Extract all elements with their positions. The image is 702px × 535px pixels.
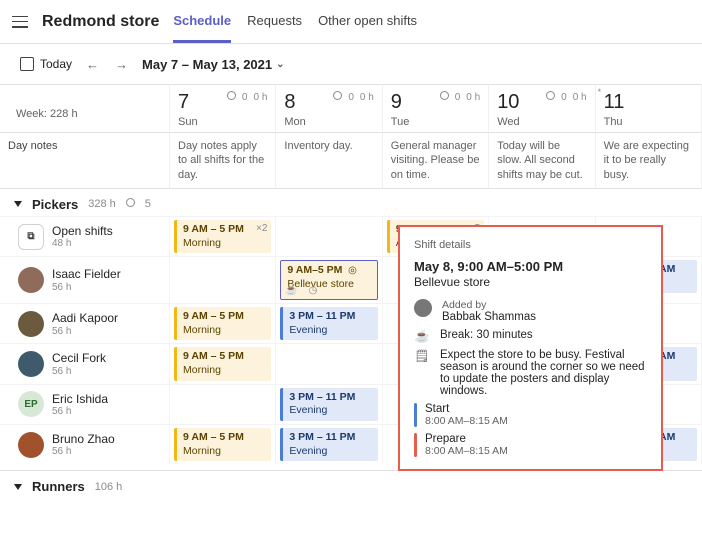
day-note[interactable]: Today will be slow. All second shifts ma… (489, 133, 595, 189)
avatar[interactable]: EP (18, 391, 44, 417)
group-name: Pickers (32, 197, 78, 212)
store-title: Redmond store (42, 13, 159, 31)
day-note[interactable]: We are expecting it to be really busy. (596, 133, 702, 189)
people-icon (126, 198, 135, 210)
person-name: Cecil Fork (52, 351, 106, 365)
shift-card[interactable]: 3 PM – 11 PMEvening (280, 307, 377, 340)
collapse-icon (14, 484, 22, 490)
today-button[interactable]: Today (20, 57, 72, 71)
day-note[interactable]: General manager visiting. Please be on t… (383, 133, 489, 189)
activity-color-bar (414, 403, 417, 427)
chevron-down-icon: ⌄ (276, 59, 284, 70)
day-header[interactable]: 00 h 8Mon (276, 84, 382, 133)
day-header[interactable]: * 11Thu (596, 84, 702, 133)
shift-card[interactable]: 9 AM – 5 PMMorning (174, 428, 271, 461)
star-icon: * (598, 87, 602, 97)
date-range-label: May 7 – May 13, 2021 (142, 57, 272, 72)
details-heading: Shift details (414, 239, 647, 251)
menu-icon[interactable] (12, 16, 28, 28)
tab-requests[interactable]: Requests (247, 1, 302, 43)
person-name: Isaac Fielder (52, 267, 121, 281)
day-header-row: Week: 228 h 00 h 7Sun 00 h 8Mon 00 h 9Tu… (0, 84, 702, 133)
person-name: Bruno Zhao (52, 432, 115, 446)
activity-row: Start8:00 AM–8:15 AM (414, 403, 647, 427)
shift-details-panel: Shift details May 8, 9:00 AM–5:00 PM Bel… (398, 225, 663, 471)
shift-card[interactable]: 3 PM – 11 PMEvening (280, 388, 377, 421)
shift-card[interactable]: 9 AM – 5 PMMorning (174, 347, 271, 380)
group-hours: 328 h (88, 198, 116, 210)
tab-schedule[interactable]: Schedule (173, 1, 231, 43)
tab-open-shifts[interactable]: Other open shifts (318, 1, 417, 43)
group-hours: 106 h (95, 481, 123, 493)
next-arrow-icon[interactable]: → (113, 57, 130, 72)
avatar[interactable] (18, 351, 44, 377)
person-name: Aadi Kapoor (52, 311, 118, 325)
group-count: 5 (145, 198, 151, 210)
date-range-picker[interactable]: May 7 – May 13, 2021 ⌄ (142, 57, 284, 72)
shift-note: Expect the store to be busy. Festival se… (440, 349, 647, 397)
week-hours-label: Week: 228 h (8, 100, 86, 128)
activity-row: Prepare8:00 AM–8:15 AM (414, 433, 647, 457)
people-icon (440, 91, 449, 103)
open-shifts-icon: ⧉ (18, 224, 44, 250)
day-note[interactable]: Inventory day. (276, 133, 382, 189)
day-notes-row: Day notes Day notes apply to all shifts … (0, 133, 702, 189)
cup-icon: ☕ (414, 329, 430, 343)
shift-badges: ☕ ◷ (285, 284, 321, 297)
group-pickers-header[interactable]: Pickers 328 h 5 (0, 189, 702, 216)
day-header[interactable]: 00 h 7Sun (170, 84, 276, 133)
today-label: Today (40, 57, 72, 71)
avatar[interactable] (18, 432, 44, 458)
day-notes-label: Day notes (0, 133, 170, 189)
people-icon (546, 91, 555, 103)
shift-card[interactable]: 3 PM – 11 PMEvening (280, 428, 377, 461)
shift-card-selected[interactable]: ◎9 AM–5 PMBellevue store☕ ◷ (280, 260, 377, 300)
avatar[interactable] (18, 267, 44, 293)
collapse-icon (14, 201, 22, 207)
day-header[interactable]: 00 h 9Tue (383, 84, 489, 133)
prev-arrow-icon[interactable]: ← (84, 57, 101, 72)
added-by-name: Babbak Shammas (442, 311, 536, 323)
person-name: Eric Ishida (52, 392, 108, 406)
shift-card[interactable]: 9 AM – 5 PMMorning (174, 307, 271, 340)
activity-color-bar (414, 433, 417, 457)
calendar-icon (20, 57, 34, 71)
people-icon (333, 91, 342, 103)
day-header[interactable]: 00 h 10Wed (489, 84, 595, 133)
people-icon (227, 91, 236, 103)
open-shifts-label: Open shifts (52, 224, 113, 238)
shift-card[interactable]: ×29 AM – 5 PMMorning (174, 220, 271, 253)
avatar[interactable] (18, 311, 44, 337)
details-title: May 8, 9:00 AM–5:00 PM (414, 259, 647, 274)
note-icon: 🗒 (414, 349, 430, 363)
group-runners-header[interactable]: Runners 106 h (0, 470, 702, 498)
details-location: Bellevue store (414, 275, 647, 289)
top-tabs: Schedule Requests Other open shifts (173, 1, 417, 43)
avatar (414, 299, 432, 317)
day-note[interactable]: Day notes apply to all shifts for the da… (170, 133, 276, 189)
break-text: Break: 30 minutes (440, 329, 533, 341)
pin-icon: ◎ (348, 264, 357, 277)
group-name: Runners (32, 479, 85, 494)
